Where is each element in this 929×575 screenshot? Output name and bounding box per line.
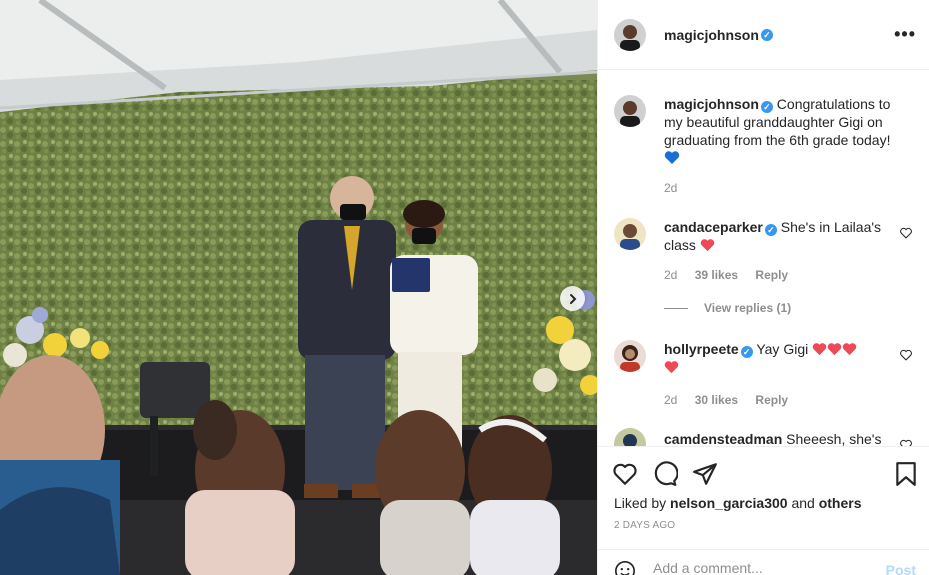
comment-likes[interactable]: 30 likes <box>695 393 738 407</box>
avatar[interactable] <box>614 340 646 372</box>
comment-username[interactable]: camdensteadman <box>664 431 782 446</box>
comment-username[interactable]: candaceparker <box>664 219 763 235</box>
red-heart-icon <box>700 239 715 252</box>
like-comment-icon[interactable] <box>900 439 912 446</box>
next-slide-button[interactable] <box>560 286 585 311</box>
liked-by-summary: Liked by nelson_garcia300 and others <box>614 495 862 511</box>
chevron-right-icon <box>569 293 576 304</box>
red-heart-icon <box>827 343 842 356</box>
reply-button[interactable]: Reply <box>755 268 788 282</box>
like-comment-icon[interactable] <box>900 227 912 239</box>
post-actions: Liked by nelson_garcia300 and others 2 D… <box>598 446 929 575</box>
bookmark-icon[interactable] <box>893 461 919 487</box>
verified-icon: ✓ <box>740 346 753 358</box>
comment-text: candaceparker ✓ She's in Lailaa's class <box>664 218 904 254</box>
avatar[interactable] <box>614 18 646 51</box>
comments-list[interactable]: magicjohnson ✓ Congratulations to my beau… <box>598 71 929 446</box>
verified-icon: ✓ <box>760 28 773 41</box>
comment-meta: 2d 30 likes Reply <box>664 393 789 407</box>
add-comment-input[interactable] <box>653 560 873 575</box>
post-panel: magicjohnson ✓ ••• magicjohnson ✓ Congrat… <box>597 0 929 575</box>
avatar[interactable] <box>614 95 646 127</box>
share-icon[interactable] <box>692 461 718 487</box>
caption-text: magicjohnson ✓ Congratulations to my beau… <box>664 95 904 167</box>
verified-icon: ✓ <box>764 224 777 236</box>
red-heart-icon <box>664 361 679 374</box>
post-button[interactable]: Post <box>886 562 916 575</box>
comment-text: hollyrpeete ✓ Yay Gigi <box>664 340 904 376</box>
comment-composer: Post <box>598 549 929 575</box>
author-username[interactable]: magicjohnson <box>664 27 759 43</box>
red-heart-icon <box>812 343 827 356</box>
comment-body: Sheeesh, she's <box>786 431 882 446</box>
comment-icon[interactable] <box>652 461 678 487</box>
comment-text: camdensteadman Sheeesh, she's <box>664 430 904 446</box>
graduation-photo <box>0 0 597 575</box>
post-timestamp[interactable]: 2 DAYS AGO <box>614 520 675 531</box>
comment-username[interactable]: hollyrpeete <box>664 341 739 357</box>
comment-body: Yay Gigi <box>756 341 809 357</box>
more-options-button[interactable]: ••• <box>894 25 916 43</box>
avatar[interactable] <box>614 218 646 250</box>
heart-outline-icon[interactable] <box>612 461 638 487</box>
divider <box>664 307 688 309</box>
post-header: magicjohnson ✓ ••• <box>598 0 929 70</box>
liked-by-others-link[interactable]: others <box>819 495 862 511</box>
emoji-icon[interactable] <box>614 560 636 575</box>
red-heart-icon <box>842 343 857 356</box>
view-replies-button[interactable]: View replies (1) <box>664 301 791 315</box>
caption-username[interactable]: magicjohnson <box>664 96 759 112</box>
verified-icon: ✓ <box>760 101 773 113</box>
blue-heart-icon <box>664 151 680 164</box>
comment-meta: 2d 39 likes Reply <box>664 268 789 282</box>
liked-by-user-link[interactable]: nelson_garcia300 <box>670 495 788 511</box>
like-comment-icon[interactable] <box>900 349 912 361</box>
caption-meta: 2d <box>664 181 691 195</box>
comment-likes[interactable]: 39 likes <box>695 268 738 282</box>
caption-age: 2d <box>664 181 678 195</box>
reply-button[interactable]: Reply <box>755 393 788 407</box>
avatar[interactable] <box>614 428 646 446</box>
post-media[interactable] <box>0 0 597 575</box>
